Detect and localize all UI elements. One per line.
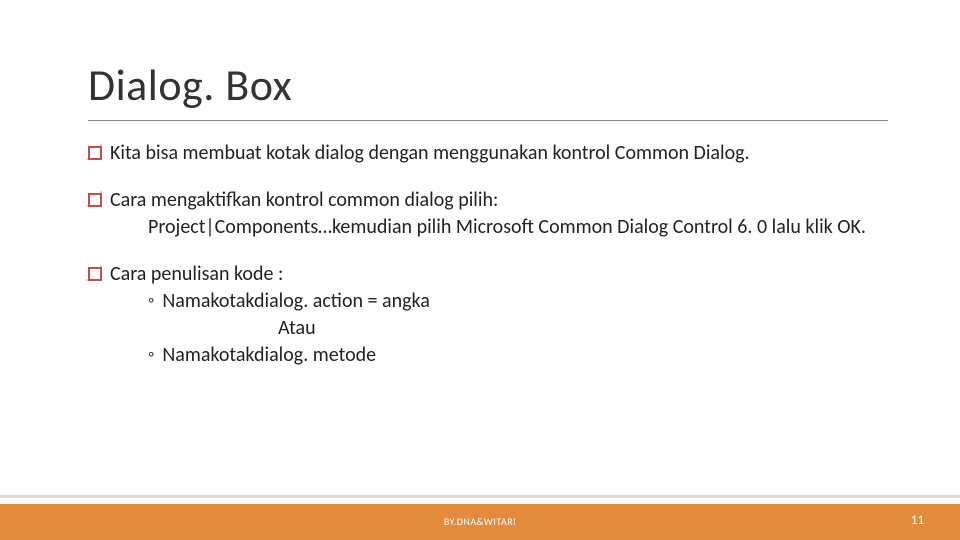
checkbox-icon (88, 146, 102, 160)
bullet-item-3: Cara penulisan kode : ◦ Namakotakdialog.… (88, 261, 908, 369)
page-number: 11 (911, 513, 924, 528)
sub-bullet-text: Namakotakdialog. metode (162, 342, 376, 369)
bullet-text: Kita bisa membuat kotak dialog dengan me… (110, 140, 908, 167)
checkbox-icon (88, 267, 102, 281)
checkbox-icon (88, 193, 102, 207)
bullet-continuation: Project|Components…kemudian pilih Micros… (88, 214, 908, 241)
bullet-item-2: Cara mengaktifkan kontrol common dialog … (88, 187, 908, 241)
sub-bullet-2: Atau (88, 315, 908, 342)
ring-bullet-icon: ◦ (148, 288, 154, 312)
bullet-item-1: Kita bisa membuat kotak dialog dengan me… (88, 140, 908, 167)
bullet-text: Cara mengaktifkan kontrol common dialog … (110, 187, 908, 214)
footer-bar: BY.DNA&WITARI 11 (0, 498, 960, 540)
slide: Dialog. Box Kita bisa membuat kotak dial… (0, 0, 960, 540)
sub-bullet-3: ◦ Namakotakdialog. metode (88, 342, 908, 369)
footer-credit: BY.DNA&WITARI (444, 515, 516, 528)
slide-title: Dialog. Box (88, 58, 292, 112)
title-underline (88, 120, 888, 121)
slide-content: Kita bisa membuat kotak dialog dengan me… (88, 140, 908, 389)
bullet-text: Cara penulisan kode : (110, 261, 908, 288)
sub-bullet-text: Namakotakdialog. action = angka (162, 288, 429, 315)
sub-bullet-1: ◦ Namakotakdialog. action = angka (88, 288, 908, 315)
ring-bullet-icon: ◦ (148, 342, 154, 366)
